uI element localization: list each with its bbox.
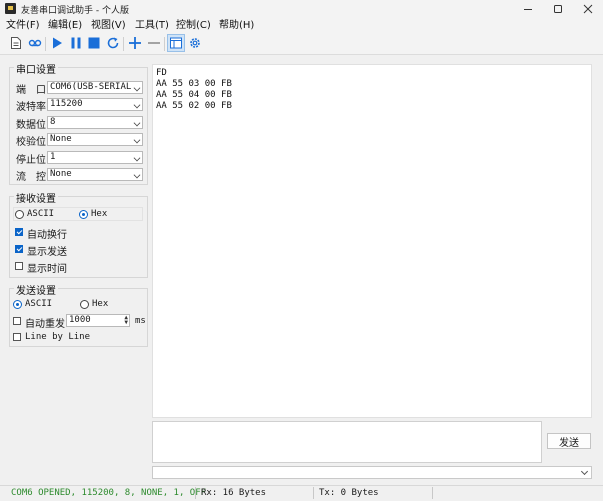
status-divider: [313, 487, 314, 499]
close-icon[interactable]: [576, 1, 600, 17]
app-logo-icon: [5, 3, 16, 14]
interval-spinbox[interactable]: 1000 ▲ ▼: [66, 314, 130, 327]
autoresend-checkbox[interactable]: [13, 317, 21, 325]
toolbar-divider: [45, 37, 46, 51]
send-ascii-label: ASCII: [25, 299, 53, 309]
minus-icon[interactable]: [145, 34, 163, 52]
parity-label: 校验位: [16, 137, 46, 148]
linebyline-checkbox[interactable]: [13, 333, 21, 341]
receive-hex-label: Hex: [91, 209, 108, 219]
interval-unit: ms: [135, 316, 146, 326]
toolbar: [0, 34, 603, 55]
minimize-icon[interactable]: [516, 1, 540, 17]
chevron-down-icon: [133, 101, 141, 109]
port-label: 端 口: [16, 85, 46, 96]
flow-select[interactable]: None: [47, 168, 143, 181]
rx-line: AA 55 04 00 FB: [156, 90, 232, 100]
receive-textarea[interactable]: FD AA 55 03 00 FB AA 55 04 00 FB AA 55 0…: [152, 64, 592, 418]
tx-count: Tx: 0 Bytes: [319, 488, 379, 498]
stop-icon[interactable]: [85, 34, 103, 52]
rx-count: Rx: 16 Bytes: [201, 488, 267, 498]
receive-ascii-radio[interactable]: [15, 210, 24, 219]
maximize-icon[interactable]: [546, 1, 570, 17]
send-history-select[interactable]: [152, 466, 592, 479]
send-ascii-radio[interactable]: [13, 300, 22, 309]
layout-icon[interactable]: [167, 34, 185, 52]
stopbits-select[interactable]: 1: [47, 151, 143, 164]
chevron-down-icon: [133, 84, 141, 92]
interval-value: 1000: [69, 315, 91, 325]
new-file-icon[interactable]: [7, 34, 25, 52]
rx-line: AA 55 03 00 FB: [156, 79, 232, 89]
serial-settings-title: 串口设置: [14, 61, 58, 76]
record-icon[interactable]: [26, 34, 44, 52]
stopbits-label: 停止位: [16, 155, 46, 166]
status-divider: [432, 487, 433, 499]
showtime-label: 显示时间: [27, 264, 67, 275]
title-bar: 友善串口调试助手 - 个人版: [0, 0, 603, 18]
menu-help[interactable]: 帮助(H): [219, 18, 254, 34]
linebyline-label: Line by Line: [25, 332, 91, 342]
port-status: COM6 OPENED, 115200, 8, NONE, 1, OFF: [11, 488, 207, 498]
showtime-checkbox[interactable]: [15, 262, 23, 270]
status-divider: [195, 487, 196, 499]
autowrap-checkbox[interactable]: [15, 228, 23, 236]
send-settings-title: 发送设置: [14, 282, 58, 297]
baud-label: 波特率: [16, 102, 46, 113]
plus-icon[interactable]: [126, 34, 144, 52]
autowrap-label: 自动换行: [27, 230, 67, 241]
menu-file[interactable]: 文件(F): [6, 18, 40, 34]
receive-hex-radio[interactable]: [79, 210, 88, 219]
port-select[interactable]: COM6(USB-SERIAL C: [47, 81, 143, 94]
toolbar-divider: [123, 37, 124, 51]
pause-icon[interactable]: [67, 34, 85, 52]
databits-select[interactable]: 8: [47, 116, 143, 129]
rx-line: FD: [156, 68, 167, 78]
chevron-down-icon: [133, 119, 141, 127]
parity-select[interactable]: None: [47, 133, 143, 146]
send-input[interactable]: [152, 421, 542, 463]
send-button[interactable]: 发送: [547, 433, 591, 449]
spin-arrows-icon[interactable]: ▲ ▼: [124, 315, 128, 326]
status-bar: COM6 OPENED, 115200, 8, NONE, 1, OFF Rx:…: [0, 485, 603, 501]
play-icon[interactable]: [48, 34, 66, 52]
chevron-down-icon: [133, 171, 141, 179]
refresh-icon[interactable]: [104, 34, 122, 52]
receive-ascii-label: ASCII: [27, 209, 55, 219]
toolbar-divider: [164, 37, 165, 51]
window-title: 友善串口调试助手 - 个人版: [21, 6, 129, 16]
send-hex-label: Hex: [92, 299, 109, 309]
databits-label: 数据位: [16, 120, 46, 131]
rx-line: AA 55 02 00 FB: [156, 101, 232, 111]
chevron-down-icon: [133, 154, 141, 162]
send-hex-radio[interactable]: [80, 300, 89, 309]
menu-view[interactable]: 视图(V): [91, 18, 126, 34]
menu-tools[interactable]: 工具(T): [135, 18, 169, 34]
receive-settings-title: 接收设置: [14, 190, 58, 205]
showsend-checkbox[interactable]: [15, 245, 23, 253]
menu-bar: 文件(F) 编辑(E) 视图(V) 工具(T) 控制(C) 帮助(H): [0, 18, 603, 34]
chevron-down-icon: [580, 467, 589, 476]
menu-control[interactable]: 控制(C): [176, 18, 211, 34]
baud-select[interactable]: 115200: [47, 98, 143, 111]
autoresend-label: 自动重发: [25, 319, 65, 330]
gear-icon[interactable]: [186, 34, 204, 52]
flow-label: 流 控: [16, 172, 46, 183]
chevron-down-icon: [133, 136, 141, 144]
menu-edit[interactable]: 编辑(E): [48, 18, 82, 34]
showsend-label: 显示发送: [27, 247, 67, 258]
